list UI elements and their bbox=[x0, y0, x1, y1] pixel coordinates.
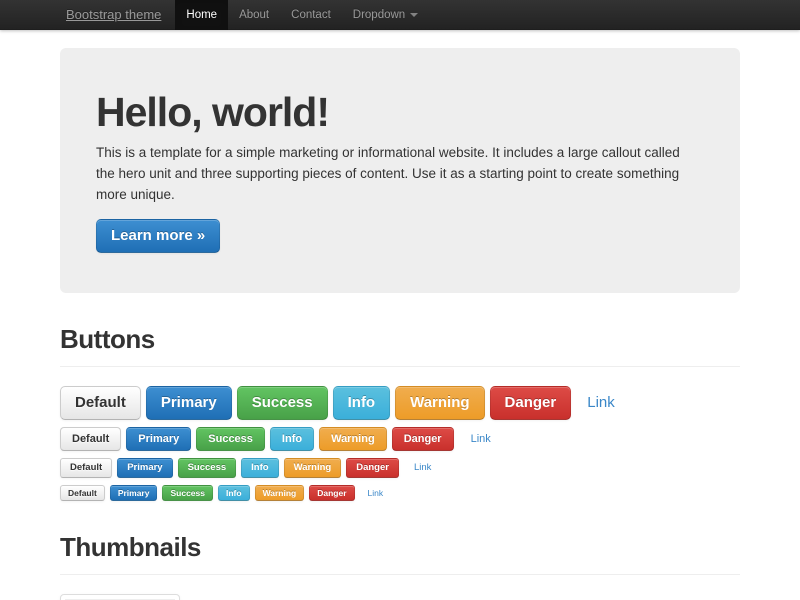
button-danger-large[interactable]: Danger bbox=[490, 386, 572, 420]
buttons-section-divider bbox=[60, 366, 740, 368]
button-success-large[interactable]: Success bbox=[237, 386, 328, 420]
nav-link-dropdown[interactable]: Dropdown bbox=[342, 0, 429, 30]
button-danger-small[interactable]: Danger bbox=[346, 458, 399, 478]
button-primary-normal[interactable]: Primary bbox=[126, 427, 191, 451]
button-default-normal[interactable]: Default bbox=[60, 427, 121, 451]
button-warning-mini[interactable]: Warning bbox=[255, 485, 305, 501]
button-info-large[interactable]: Info bbox=[333, 386, 391, 420]
nav-link-dropdown-label: Dropdown bbox=[353, 6, 405, 24]
main-container: Hello, world! This is a template for a s… bbox=[60, 48, 740, 600]
nav-item-dropdown[interactable]: Dropdown bbox=[342, 0, 429, 30]
button-row-mini: Default Primary Success Info Warning Dan… bbox=[60, 485, 740, 501]
hero-unit: Hello, world! This is a template for a s… bbox=[60, 48, 740, 293]
button-warning-normal[interactable]: Warning bbox=[319, 427, 387, 451]
buttons-section-title: Buttons bbox=[60, 321, 740, 357]
button-success-normal[interactable]: Success bbox=[196, 427, 265, 451]
hero-lead-text: This is a template for a simple marketin… bbox=[96, 142, 696, 205]
button-primary-mini[interactable]: Primary bbox=[110, 485, 158, 501]
button-danger-mini[interactable]: Danger bbox=[309, 485, 354, 501]
button-default-small[interactable]: Default bbox=[60, 458, 112, 478]
hero-heading: Hello, world! bbox=[96, 88, 740, 136]
button-link-small[interactable]: Link bbox=[404, 458, 441, 478]
button-success-small[interactable]: Success bbox=[178, 458, 237, 478]
button-default-mini[interactable]: Default bbox=[60, 485, 105, 501]
thumbnail-list: 200x200 bbox=[60, 594, 740, 600]
thumbnails-section-divider bbox=[60, 574, 740, 576]
navbar-inner: Bootstrap theme Home About Contact Dropd… bbox=[0, 0, 800, 30]
nav-link-home[interactable]: Home bbox=[175, 0, 228, 30]
button-primary-small[interactable]: Primary bbox=[117, 458, 172, 478]
button-info-small[interactable]: Info bbox=[241, 458, 278, 478]
button-primary-large[interactable]: Primary bbox=[146, 386, 232, 420]
thumbnail-item[interactable]: 200x200 bbox=[60, 594, 180, 600]
nav-link-contact[interactable]: Contact bbox=[280, 0, 342, 30]
navbar-brand[interactable]: Bootstrap theme bbox=[66, 0, 175, 30]
button-link-normal[interactable]: Link bbox=[459, 427, 503, 451]
button-warning-large[interactable]: Warning bbox=[395, 386, 484, 420]
learn-more-button[interactable]: Learn more » bbox=[96, 219, 220, 253]
button-danger-normal[interactable]: Danger bbox=[392, 427, 454, 451]
nav-item-about[interactable]: About bbox=[228, 0, 280, 30]
button-row-large: Default Primary Success Info Warning Dan… bbox=[60, 386, 740, 420]
button-success-mini[interactable]: Success bbox=[162, 485, 213, 501]
button-warning-small[interactable]: Warning bbox=[284, 458, 342, 478]
navbar-nav: Home About Contact Dropdown bbox=[175, 0, 429, 30]
nav-link-about[interactable]: About bbox=[228, 0, 280, 30]
nav-item-home[interactable]: Home bbox=[175, 0, 228, 30]
button-row-small: Default Primary Success Info Warning Dan… bbox=[60, 458, 740, 478]
button-link-large[interactable]: Link bbox=[576, 386, 630, 420]
button-info-normal[interactable]: Info bbox=[270, 427, 314, 451]
button-row-normal: Default Primary Success Info Warning Dan… bbox=[60, 427, 740, 451]
button-info-mini[interactable]: Info bbox=[218, 485, 250, 501]
thumbnails-section-title: Thumbnails bbox=[60, 529, 740, 565]
nav-item-contact[interactable]: Contact bbox=[280, 0, 342, 30]
button-link-mini[interactable]: Link bbox=[360, 485, 392, 501]
chevron-down-icon bbox=[410, 13, 418, 17]
button-default-large[interactable]: Default bbox=[60, 386, 141, 420]
navbar: Bootstrap theme Home About Contact Dropd… bbox=[0, 0, 800, 30]
